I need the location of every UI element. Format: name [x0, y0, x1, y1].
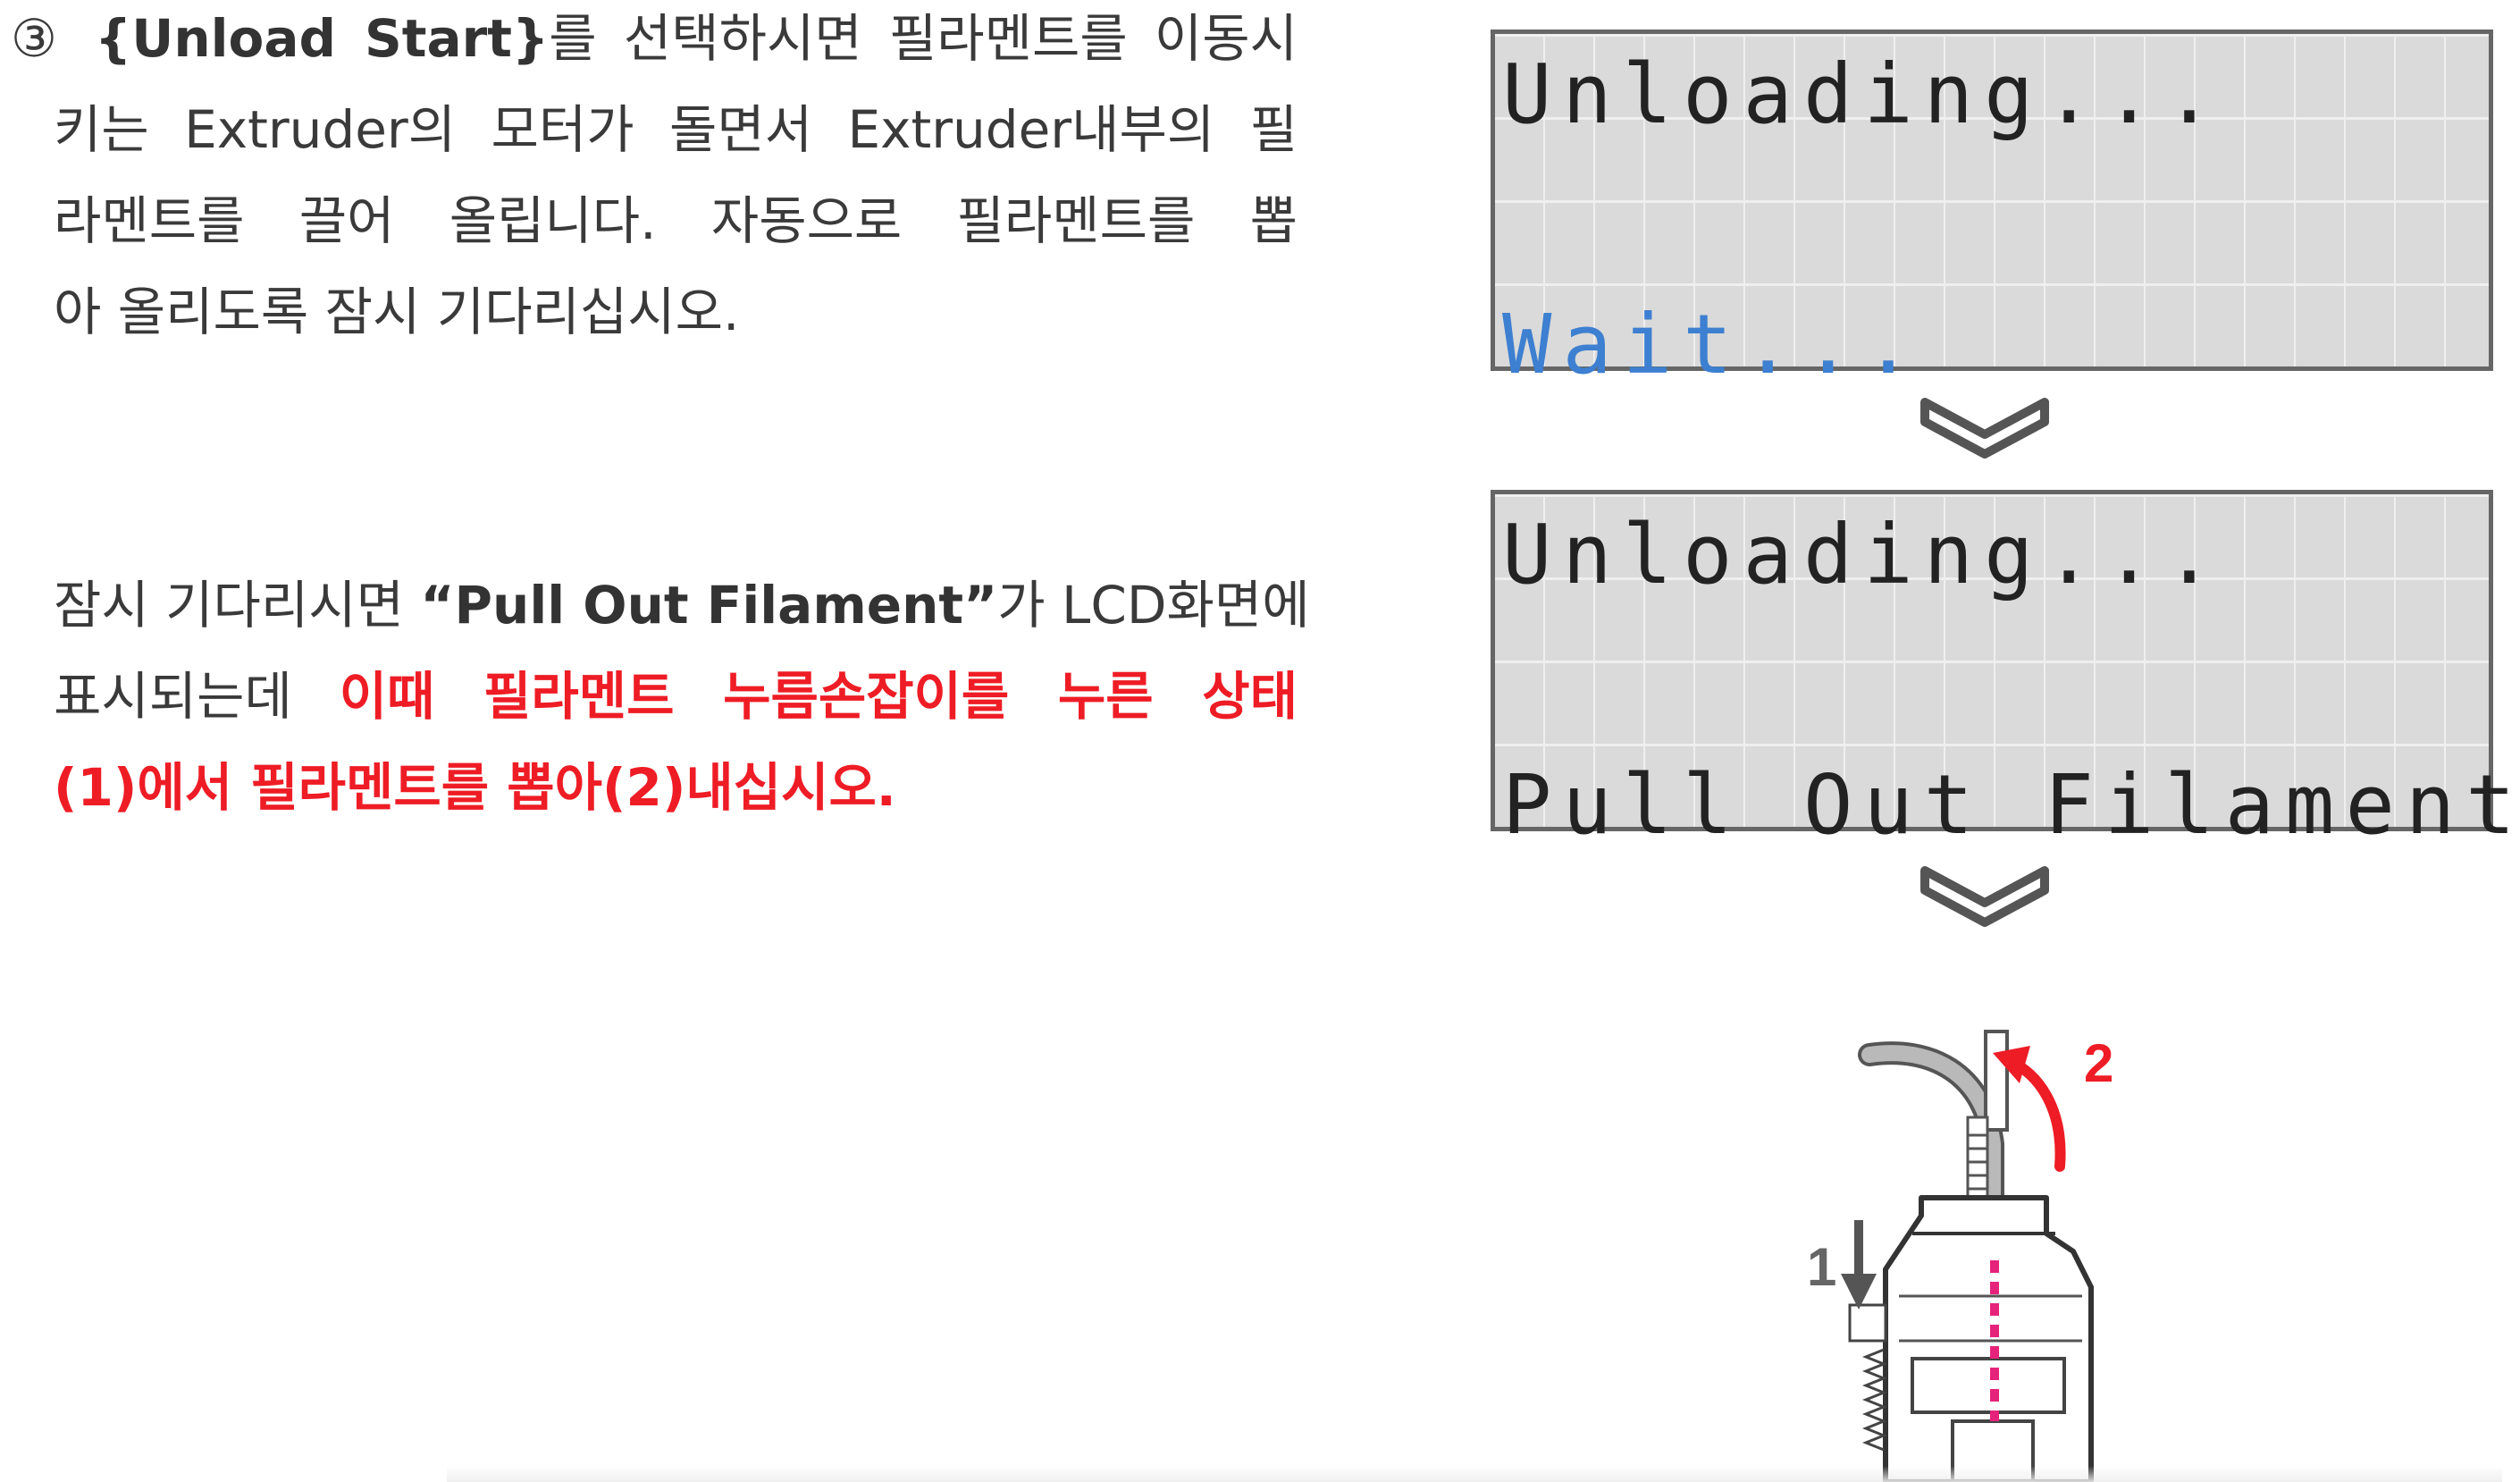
lcd-screen-pull-out-filament: Unloading... Pull Out Filament — [1491, 490, 2516, 850]
step-3-paragraph: ③ {Unload Start}를 선택하시면 필라멘트를 이동시 키는 Ext… — [11, 0, 1298, 358]
bottom-fade-divider — [447, 1466, 2502, 1482]
pull-out-line-2: 표시되는데 이때 필라멘트 누름손잡이를 누른 상태 — [54, 651, 1298, 742]
warning-text-2: (1)에서 필라멘트를 뽑아(2)내십시오. — [54, 757, 896, 818]
warning-text-1: 이때 필라멘트 누름손잡이를 누른 상태 — [339, 666, 1298, 727]
step-3-line-1: ③ {Unload Start}를 선택하시면 필라멘트를 이동시 — [11, 0, 1298, 84]
lcd-2-pull-out-line: Pull Out Filament — [1502, 757, 2520, 853]
pull-out-line-1: 잠시 기다리시면 “Pull Out Filament”가 LCD화면에 — [54, 560, 1310, 651]
extruder-illustration: 1 2 — [1807, 1030, 2113, 1482]
lcd-1-wait-line: Wait... — [1502, 297, 1924, 392]
step-3-line-3: 라멘트를 끌어 올립니다. 자동으로 필라멘트를 뽑 — [54, 190, 1298, 251]
pull-out-line-1-prefix: 잠시 기다리시면 — [54, 575, 421, 636]
pull-out-line-2-prefix: 표시되는데 — [54, 666, 340, 727]
pull-out-filament-quote: “Pull Out Filament” — [420, 575, 998, 636]
spring-icon — [1848, 1303, 1888, 1452]
label-1: 1 — [1807, 1237, 1836, 1297]
press-down-arrow-icon — [1841, 1220, 1877, 1309]
unload-start-label: {Unload Start} — [95, 8, 550, 69]
lcd-2-top-line: Unloading... — [1502, 507, 2225, 602]
lcd-1-top-line: Unloading... — [1502, 46, 2225, 142]
step-3-line-4: 아 올리도록 잠시 기다리십시오. — [54, 282, 740, 342]
label-2: 2 — [2084, 1033, 2113, 1093]
lcd-screen-unloading-wait: Unloading... Wait... — [1491, 29, 2493, 390]
chevron-down-icon — [1920, 398, 2049, 459]
step-3-line-2: 키는 Extruder의 모터가 돌면서 Extruder내부의 필 — [54, 99, 1298, 160]
chevron-down-icon — [1920, 866, 2049, 927]
pull-out-line-1-suffix: 가 LCD화면에 — [997, 575, 1310, 636]
pull-out-paragraph: 잠시 기다리시면 “Pull Out Filament”가 LCD화면에 표시되… — [54, 560, 1310, 833]
step-3-line-1-text: 를 선택하시면 필라멘트를 이동시 — [549, 8, 1298, 69]
step-number-marker: ③ — [11, 8, 68, 69]
